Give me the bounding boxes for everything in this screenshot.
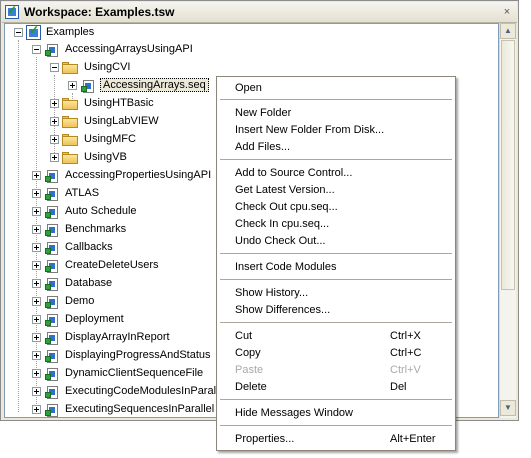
menu-separator <box>220 322 452 323</box>
project-icon <box>45 384 61 400</box>
shortcut-label: Ctrl+C <box>390 347 422 359</box>
project-icon <box>45 312 61 328</box>
expand-icon[interactable] <box>32 225 41 234</box>
menu-item-check-in[interactable]: Check In cpu.seq... <box>218 216 454 233</box>
scroll-down-icon[interactable]: ▼ <box>500 400 516 416</box>
project-icon <box>45 186 61 202</box>
project-icon <box>45 366 61 382</box>
expand-icon[interactable] <box>50 153 59 162</box>
menu-item-undo-check-out[interactable]: Undo Check Out... <box>218 233 454 250</box>
menu-item-new-folder[interactable]: New Folder <box>218 105 454 122</box>
menu-item-paste: Paste Ctrl+V <box>235 364 421 376</box>
expand-icon[interactable] <box>32 243 41 252</box>
project-icon <box>45 330 61 346</box>
folder-icon <box>62 116 78 128</box>
project-icon <box>45 222 61 238</box>
project-icon <box>45 294 61 310</box>
collapse-icon[interactable] <box>32 45 41 54</box>
expand-icon[interactable] <box>32 189 41 198</box>
expand-icon[interactable] <box>32 171 41 180</box>
shortcut-label: Del <box>390 381 407 393</box>
menu-item-insert-code-modules[interactable]: Insert Code Modules <box>218 259 454 276</box>
menu-separator <box>220 99 452 100</box>
expand-icon[interactable] <box>32 369 41 378</box>
context-menu: Open New Folder Insert New Folder From D… <box>216 76 456 451</box>
project-icon <box>45 240 61 256</box>
collapse-icon[interactable] <box>50 63 59 72</box>
scroll-up-icon[interactable]: ▲ <box>500 23 516 39</box>
project-icon <box>45 402 61 417</box>
folder-icon <box>62 134 78 146</box>
menu-item-show-history[interactable]: Show History... <box>218 285 454 302</box>
folder-icon <box>62 98 78 110</box>
menu-item-check-out[interactable]: Check Out cpu.seq... <box>218 199 454 216</box>
menu-separator <box>220 279 452 280</box>
expand-icon[interactable] <box>32 279 41 288</box>
menu-separator <box>220 159 452 160</box>
menu-item-insert-folder-from-disk[interactable]: Insert New Folder From Disk... <box>218 122 454 139</box>
menu-item-open[interactable]: Open <box>218 80 454 97</box>
project-icon <box>45 204 61 220</box>
vertical-scrollbar[interactable]: ▲ ▼ <box>499 23 516 418</box>
menu-separator <box>220 253 452 254</box>
menu-item-delete[interactable]: Delete Del <box>218 379 454 396</box>
shortcut-label: Ctrl+X <box>390 330 421 342</box>
folder-icon <box>62 152 78 164</box>
menu-item-copy[interactable]: Copy Ctrl+C <box>218 345 454 362</box>
shortcut-label: Alt+Enter <box>390 433 436 445</box>
project-icon <box>45 348 61 364</box>
menu-item-add-files[interactable]: Add Files... <box>218 139 454 156</box>
expand-icon[interactable] <box>32 261 41 270</box>
expand-icon[interactable] <box>50 117 59 126</box>
expand-icon[interactable] <box>50 99 59 108</box>
expand-icon[interactable] <box>50 135 59 144</box>
close-button[interactable]: × <box>501 6 513 18</box>
expand-icon[interactable] <box>32 297 41 306</box>
sequence-file-icon <box>81 78 97 94</box>
workspace-icon <box>26 24 41 40</box>
menu-item-cut[interactable]: Cut Ctrl+X <box>218 328 454 345</box>
project-icon <box>45 276 61 292</box>
project-icon <box>45 42 61 58</box>
expand-icon[interactable] <box>32 387 41 396</box>
expand-icon[interactable] <box>32 207 41 216</box>
expand-icon[interactable] <box>32 351 41 360</box>
expand-icon[interactable] <box>32 333 41 342</box>
expand-icon[interactable] <box>32 315 41 324</box>
collapse-icon[interactable] <box>14 28 23 37</box>
shortcut-label: Ctrl+V <box>390 364 421 376</box>
scrollbar-thumb[interactable] <box>501 40 515 290</box>
title-bar[interactable]: Workspace: Examples.tsw × <box>2 2 517 23</box>
menu-item-get-latest-version[interactable]: Get Latest Version... <box>218 182 454 199</box>
project-icon <box>45 168 61 184</box>
menu-separator <box>220 425 452 426</box>
expand-icon[interactable] <box>68 81 77 90</box>
window-title: Workspace: Examples.tsw <box>24 5 175 19</box>
menu-separator <box>220 399 452 400</box>
tree-node-root[interactable]: Examples <box>5 24 485 42</box>
menu-item-properties[interactable]: Properties... Alt+Enter <box>218 431 454 448</box>
project-icon <box>45 258 61 274</box>
tree-node-folder[interactable]: UsingCVI <box>5 59 485 77</box>
expand-icon[interactable] <box>32 405 41 414</box>
menu-item-hide-messages-window[interactable]: Hide Messages Window <box>218 405 454 422</box>
workspace-icon <box>5 3 19 19</box>
menu-item-show-differences[interactable]: Show Differences... <box>218 302 454 319</box>
folder-icon <box>62 62 78 74</box>
tree-node-project[interactable]: AccessingArraysUsingAPI <box>5 41 485 59</box>
menu-item-add-to-source-control[interactable]: Add to Source Control... <box>218 165 454 182</box>
